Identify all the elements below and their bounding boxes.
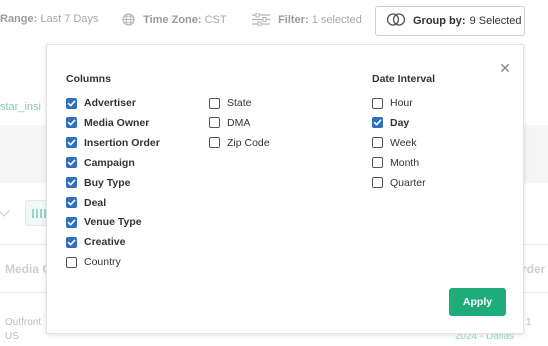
group-by-value: 9 Selected [469, 15, 522, 27]
filter-toolbar: Range: Last 7 Days Time Zone: CST Filter… [0, 0, 548, 42]
checkbox[interactable] [372, 177, 383, 189]
checkbox-checked[interactable] [66, 177, 77, 189]
timezone-label: Time Zone: [143, 14, 202, 26]
checkbox[interactable] [66, 256, 77, 268]
option-week[interactable]: Week [372, 136, 417, 150]
checkbox[interactable] [372, 137, 383, 149]
checkbox[interactable] [209, 137, 220, 149]
option-label: Quarter [390, 176, 426, 189]
timezone-value: CST [204, 14, 227, 26]
option-country[interactable]: Country [66, 255, 121, 269]
option-label: Month [390, 156, 420, 169]
checkbox-checked[interactable] [66, 216, 77, 228]
group-icon [386, 13, 406, 29]
date-interval-title: Date Interval [372, 73, 436, 85]
option-zip-code[interactable]: Zip Code [209, 136, 270, 150]
option-venue-type[interactable]: Venue Type [66, 215, 142, 229]
option-label: Country [84, 256, 121, 269]
table-cell: Outfront [5, 317, 42, 328]
option-day[interactable]: Day [372, 116, 409, 130]
option-quarter[interactable]: Quarter [372, 176, 426, 190]
checkbox-checked[interactable] [66, 157, 77, 169]
option-buy-type[interactable]: Buy Type [66, 176, 130, 190]
chevron-icon[interactable] [0, 205, 10, 217]
option-deal[interactable]: Deal [66, 196, 106, 210]
checkbox[interactable] [209, 97, 220, 109]
option-advertiser[interactable]: Advertiser [66, 96, 136, 110]
option-label: State [227, 97, 252, 109]
background-link[interactable]: star_insi [0, 101, 41, 113]
checkbox[interactable] [372, 157, 383, 169]
option-label: Week [390, 136, 417, 149]
checkbox-checked[interactable] [66, 137, 77, 149]
table-header-order[interactable]: rder [522, 262, 545, 276]
group-by-button[interactable]: Group by: 9 Selected [375, 6, 525, 36]
checkbox[interactable] [209, 117, 220, 129]
checkbox-checked[interactable] [372, 117, 383, 129]
columns-title: Columns [66, 73, 111, 85]
sliders-icon [252, 12, 270, 29]
date-range-label: Range: [0, 13, 38, 25]
option-label: Venue Type [84, 216, 142, 229]
group-by-label: Group by: [413, 15, 466, 27]
globe-icon [122, 13, 135, 29]
date-range-selector[interactable]: Range: Last 7 Days [0, 13, 98, 25]
group-by-modal: ✕ Columns Date Interval Advertiser Media … [46, 44, 524, 334]
option-label: Advertiser [84, 97, 136, 109]
option-campaign[interactable]: Campaign [66, 156, 135, 170]
option-dma[interactable]: DMA [209, 116, 250, 130]
option-label: Day [390, 116, 410, 129]
option-label: Zip Code [227, 136, 270, 149]
option-label: Deal [84, 196, 107, 209]
option-insertion-order[interactable]: Insertion Order [66, 136, 160, 150]
filter-selector[interactable]: Filter: 1 selected [252, 12, 362, 29]
option-media-owner[interactable]: Media Owner [66, 116, 149, 130]
option-creative[interactable]: Creative [66, 235, 125, 249]
option-label: Hour [390, 97, 413, 109]
apply-button[interactable]: Apply [449, 288, 506, 316]
table-header-media-owner[interactable]: Media O [5, 262, 52, 276]
option-hour[interactable]: Hour [372, 96, 413, 110]
timezone-selector[interactable]: Time Zone: CST [122, 13, 227, 29]
table-cell: US [5, 331, 19, 342]
filter-label: Filter: [278, 14, 309, 26]
option-label: Campaign [84, 156, 135, 169]
filter-value: 1 selected [311, 14, 362, 26]
option-label: Insertion Order [84, 136, 160, 149]
checkbox-checked[interactable] [66, 236, 77, 248]
option-month[interactable]: Month [372, 156, 419, 170]
option-label: Media Owner [84, 116, 150, 129]
option-label: DMA [227, 116, 251, 129]
checkbox-checked[interactable] [66, 197, 77, 208]
option-state[interactable]: State [209, 96, 252, 110]
close-icon[interactable]: ✕ [498, 61, 512, 75]
checkbox[interactable] [372, 97, 383, 109]
option-label: Creative [84, 236, 126, 249]
checkbox-checked[interactable] [66, 117, 77, 129]
checkbox-checked[interactable] [66, 97, 77, 109]
table-cell: 1 [526, 317, 532, 328]
option-label: Buy Type [84, 176, 131, 189]
date-range-value: Last 7 Days [40, 13, 99, 25]
